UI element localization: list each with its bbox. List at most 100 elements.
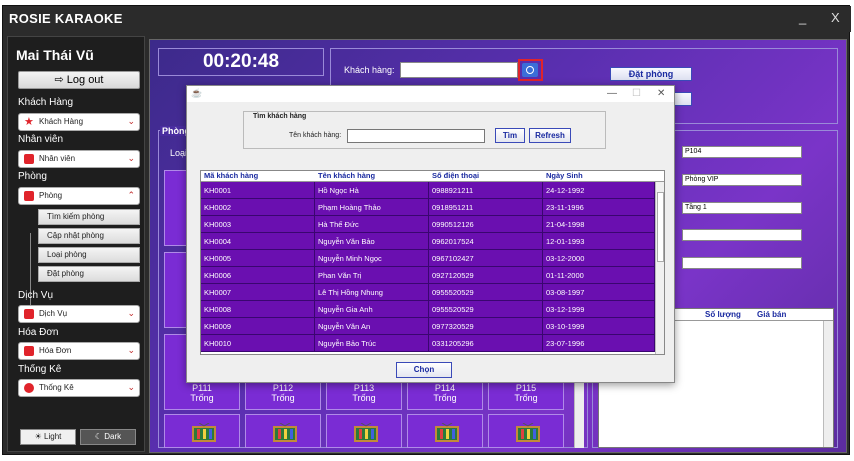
service-icon: [24, 309, 34, 319]
table-row[interactable]: KH0004 Nguyễn Văn Bảo 0962017524 12-01-1993: [201, 233, 655, 250]
hoa-don-combo[interactable]: Hóa Đơn ⌄: [18, 342, 140, 360]
table-row[interactable]: KH0010 Nguyễn Bảo Trúc 0331205296 23-07-199…: [201, 335, 655, 352]
combo-label: Phòng: [39, 191, 63, 200]
minimize-icon[interactable]: —: [607, 88, 617, 99]
customer-table-header: Mã khách hàng Tên khách hàng Số điện tho…: [201, 171, 664, 182]
table-row[interactable]: KH0001 Hồ Ngọc Hà 0988921211 24-12-1992: [201, 182, 655, 199]
light-label: Light: [44, 432, 62, 441]
cell: 23-07-1996: [543, 335, 655, 352]
section-label-nhan-vien: Nhân viên: [18, 134, 64, 145]
table-row[interactable]: KH0006 Phan Văn Trị 0927120529 01-11-2000: [201, 267, 655, 284]
moon-icon: ☾: [94, 432, 105, 441]
sub-dat-phong[interactable]: Đặt phòng: [38, 266, 140, 282]
khach-hang-combo[interactable]: ★ Khách Hàng ⌄: [18, 113, 140, 131]
customer-name-label: Tên khách hàng:: [289, 132, 342, 139]
room-card[interactable]: [488, 414, 564, 448]
cell: 0955520529: [429, 284, 543, 301]
phong-combo[interactable]: Phòng ⌃: [18, 187, 140, 205]
tang-field[interactable]: Tầng 1: [682, 202, 802, 214]
room-card[interactable]: [407, 414, 483, 448]
cell: Nguyễn Văn An: [315, 318, 429, 335]
room-icon: [24, 191, 34, 201]
so-phong-field[interactable]: P104: [682, 146, 802, 158]
choose-button[interactable]: Chọn: [396, 362, 452, 378]
cell: KH0007: [201, 284, 315, 301]
table-row[interactable]: KH0002 Phạm Hoàng Thảo 0918951211 23-11-199…: [201, 199, 655, 216]
search-customer-button[interactable]: [522, 63, 538, 77]
cell: KH0005: [201, 250, 315, 267]
section-label-dich-vu: Dịch Vụ: [18, 290, 54, 301]
dat-phong-button[interactable]: Đặt phòng: [610, 67, 692, 81]
col-ten-kh: Tên khách hàng: [318, 171, 376, 180]
cell: Hồ Ngọc Hà: [315, 182, 429, 199]
logout-button[interactable]: ⇨ Log out: [18, 71, 140, 89]
room-status: Trống: [433, 393, 457, 403]
pie-chart-icon: [24, 383, 34, 393]
customer-table: Mã khách hàng Tên khách hàng Số điện tho…: [200, 170, 665, 355]
section-label-phong: Phòng: [18, 171, 47, 182]
refresh-button[interactable]: Refresh: [529, 128, 571, 143]
cell: 03-12-2000: [543, 250, 655, 267]
col-ngay-sinh: Ngày Sinh: [546, 171, 583, 180]
search-group-title: Tìm khách hàng: [253, 113, 307, 120]
khach-hang-input[interactable]: [400, 62, 518, 78]
sub-loai-phong[interactable]: Loại phòng: [38, 247, 140, 263]
table-row[interactable]: KH0005 Nguyễn Minh Ngọc 0967102427 03-12-20…: [201, 250, 655, 267]
search-button[interactable]: Tìm: [495, 128, 525, 143]
star-icon: ★: [24, 116, 34, 128]
loai-phong-field[interactable]: Phòng VIP: [682, 174, 802, 186]
room-name: P114: [434, 383, 456, 393]
table-row[interactable]: KH0007 Lê Thị Hồng Nhung 0955520529 03-08-1…: [201, 284, 655, 301]
cell: 0967102427: [429, 250, 543, 267]
combo-label: Khách Hàng: [39, 117, 84, 126]
dich-vu-combo[interactable]: Dịch Vụ ⌄: [18, 305, 140, 323]
detail-field[interactable]: [682, 257, 802, 269]
so-luong-header: Số lượng: [705, 310, 741, 319]
nhan-vien-combo[interactable]: Nhân viên ⌄: [18, 150, 140, 168]
table-row[interactable]: KH0003 Hà Thế Đức 0990512126 21-04-1998: [201, 216, 655, 233]
room-card[interactable]: [245, 414, 321, 448]
close-icon[interactable]: ✕: [657, 88, 665, 99]
loai-label: Loại: [170, 148, 188, 158]
detail-field[interactable]: [682, 229, 802, 241]
cell: 03-12-1999: [543, 301, 655, 318]
staff-icon: [24, 154, 34, 164]
invoice-icon: [24, 346, 34, 356]
close-button[interactable]: X: [831, 10, 840, 25]
sub-cap-nhat-phong[interactable]: Cập nhật phòng: [38, 228, 140, 244]
clock: 00:20:48: [158, 48, 324, 76]
dark-label: Dark: [104, 432, 122, 441]
scroll-thumb[interactable]: [657, 192, 664, 262]
sun-icon: ☀: [34, 432, 45, 441]
customer-name-input[interactable]: [347, 129, 485, 143]
room-card[interactable]: [164, 414, 240, 448]
cell: Hà Thế Đức: [315, 216, 429, 233]
section-label-hoa-don: Hóa Đơn: [18, 327, 59, 338]
tv-icon: [273, 423, 297, 442]
room-name: P111: [192, 383, 212, 393]
minimize-button[interactable]: _: [799, 10, 806, 25]
thong-ke-combo[interactable]: Thống Kê ⌄: [18, 379, 140, 397]
cell: 0990512126: [429, 216, 543, 233]
service-scrollbar[interactable]: [823, 321, 833, 447]
table-row[interactable]: KH0008 Nguyễn Gia Anh 0955520529 03-12-1999: [201, 301, 655, 318]
title-bar: ROSIE KARAOKE _ X: [3, 6, 851, 32]
cell: Nguyễn Bảo Trúc: [315, 335, 429, 352]
room-card[interactable]: [326, 414, 402, 448]
sub-tim-kiem-phong[interactable]: Tìm kiếm phòng: [38, 209, 140, 225]
dialog-title-bar: ☕ — ☐ ✕: [187, 86, 674, 102]
cell: KH0001: [201, 182, 315, 199]
cell: KH0009: [201, 318, 315, 335]
cell: KH0003: [201, 216, 315, 233]
maximize-icon[interactable]: ☐: [632, 88, 641, 99]
cell: 24-12-1992: [543, 182, 655, 199]
combo-label: Thống Kê: [39, 383, 74, 392]
cell: 0955520529: [429, 301, 543, 318]
customer-table-scrollbar[interactable]: [655, 182, 664, 354]
cell: Lê Thị Hồng Nhung: [315, 284, 429, 301]
table-row[interactable]: KH0009 Nguyễn Văn An 0977320529 03-10-1999: [201, 318, 655, 335]
cell: KH0010: [201, 335, 315, 352]
light-theme-button[interactable]: ☀ Light: [20, 429, 76, 445]
room-status: Trống: [190, 393, 214, 403]
dark-theme-button[interactable]: ☾ Dark: [80, 429, 136, 445]
